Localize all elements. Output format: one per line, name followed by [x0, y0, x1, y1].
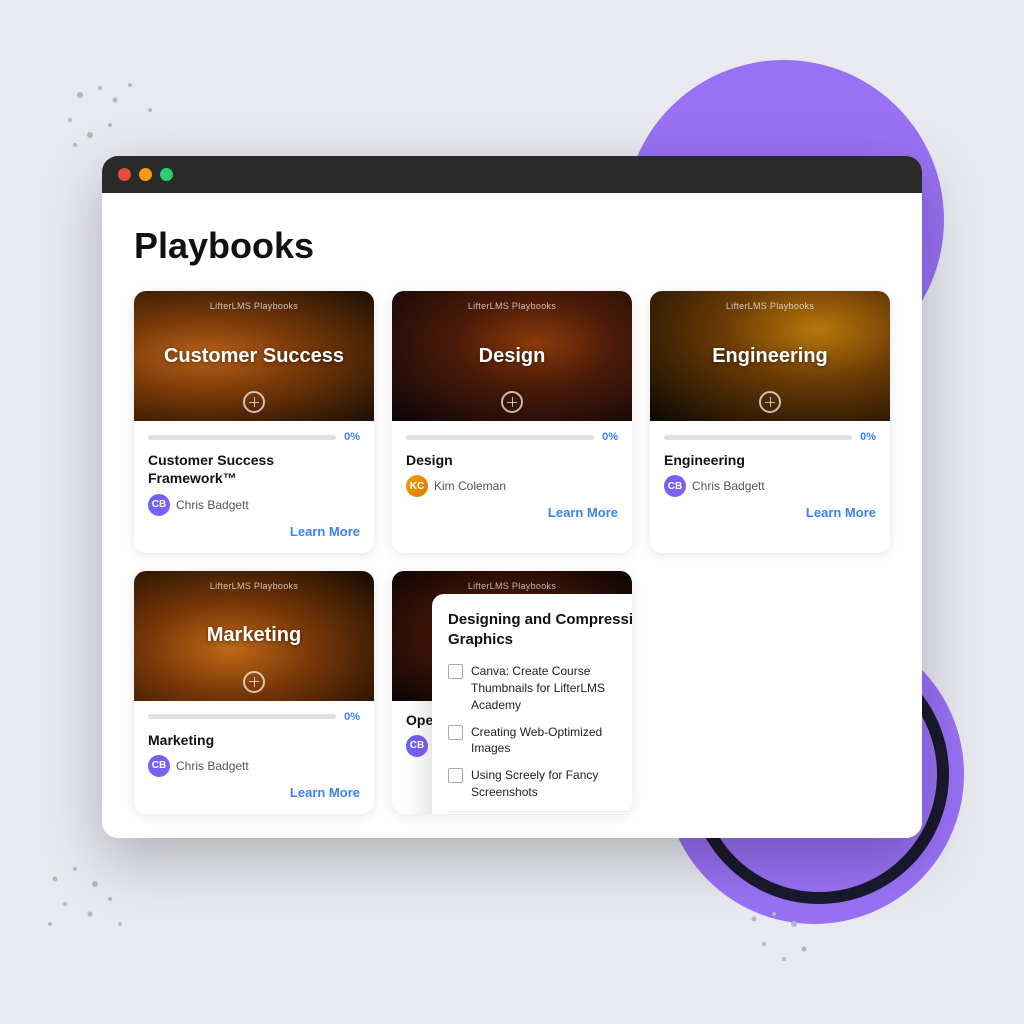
checkbox-1[interactable]	[448, 664, 463, 679]
learn-more-design[interactable]: Learn More	[406, 505, 618, 520]
learn-more-marketing[interactable]: Learn More	[148, 785, 360, 800]
course-name-marketing: Marketing	[148, 731, 360, 749]
card-marketing: LifterLMS Playbooks Marketing 0% Marketi…	[134, 571, 374, 814]
traffic-light-minimize[interactable]	[139, 168, 152, 181]
learn-more-engineering[interactable]: Learn More	[664, 505, 876, 520]
progress-pct-engineering: 0%	[860, 431, 876, 443]
avatar-design: KC	[406, 475, 428, 497]
floating-card: Designing and Compressing Graphics Canva…	[432, 594, 632, 814]
traffic-light-close[interactable]	[118, 168, 131, 181]
author-name-marketing: Chris Badgett	[176, 759, 249, 773]
avatar-marketing: CB	[148, 755, 170, 777]
dots-bottom-right	[744, 909, 824, 974]
card-title-marketing: Marketing	[195, 624, 313, 647]
avatar-operations: CB	[406, 735, 428, 757]
card-badge-operations: LifterLMS Playbooks	[468, 581, 556, 591]
cards-grid: LifterLMS Playbooks Customer Success 0% …	[134, 291, 890, 814]
card-customer-success: LifterLMS Playbooks Customer Success 0% …	[134, 291, 374, 552]
card-badge-engineering: LifterLMS Playbooks	[726, 301, 814, 311]
card-thumb-customer-success: LifterLMS Playbooks Customer Success	[134, 291, 374, 421]
progress-bg-engineering	[664, 435, 852, 440]
avatar-cs: CB	[148, 494, 170, 516]
checklist-row-2: Creating Web-Optimized Images 2 of 3	[471, 724, 632, 758]
progress-pct-cs: 0%	[344, 431, 360, 443]
checklist-item-2: Creating Web-Optimized Images 2 of 3	[448, 724, 632, 758]
card-body-design: 0% Design KC Kim Coleman Learn More	[392, 421, 632, 534]
progress-wrap-design: 0%	[406, 431, 618, 443]
checklist-item-1: Canva: Create Course Thumbnails for Lift…	[448, 663, 632, 713]
author-cs: CB Chris Badgett	[148, 494, 360, 516]
card-body-engineering: 0% Engineering CB Chris Badgett Learn Mo…	[650, 421, 890, 534]
author-name-design: Kim Coleman	[434, 479, 506, 493]
card-operations: LifterLMS Playbooks Operations and Admin…	[392, 571, 632, 814]
author-name-engineering: Chris Badgett	[692, 479, 765, 493]
learn-more-cs[interactable]: Learn More	[148, 524, 360, 539]
checkbox-2[interactable]	[448, 725, 463, 740]
card-title-engineering: Engineering	[700, 345, 840, 368]
checklist-item-3: Using Screely for Fancy Screenshots 3 of…	[448, 767, 632, 801]
author-marketing: CB Chris Badgett	[148, 755, 360, 777]
traffic-light-maximize[interactable]	[160, 168, 173, 181]
globe-icon-engineering	[759, 391, 781, 413]
card-engineering: LifterLMS Playbooks Engineering 0% Engin…	[650, 291, 890, 552]
floating-card-title: Designing and Compressing Graphics	[448, 610, 632, 649]
checklist-text-2: Creating Web-Optimized Images	[471, 724, 632, 758]
checkbox-3[interactable]	[448, 768, 463, 783]
author-design: KC Kim Coleman	[406, 475, 618, 497]
scene: Playbooks LifterLMS Playbooks Customer S…	[0, 0, 1024, 1024]
checklist-row-3: Using Screely for Fancy Screenshots 3 of…	[471, 767, 632, 801]
progress-pct-design: 0%	[602, 431, 618, 443]
course-name-cs: Customer Success Framework™	[148, 451, 360, 487]
dots-top-left	[60, 80, 180, 165]
checklist-row-1: Canva: Create Course Thumbnails for Lift…	[471, 663, 632, 713]
card-title-design: Design	[467, 345, 558, 368]
avatar-engineering: CB	[664, 475, 686, 497]
checklist-text-1: Canva: Create Course Thumbnails for Lift…	[471, 663, 632, 713]
browser-content: Playbooks LifterLMS Playbooks Customer S…	[102, 193, 922, 838]
card-title-cs: Customer Success	[152, 345, 356, 368]
author-name-cs: Chris Badgett	[176, 498, 249, 512]
browser-titlebar	[102, 156, 922, 193]
page-title: Playbooks	[134, 225, 890, 267]
card-design: LifterLMS Playbooks Design 0% Design	[392, 291, 632, 552]
progress-pct-marketing: 0%	[344, 711, 360, 723]
dots-bottom-left	[40, 859, 140, 944]
checklist-text-3: Using Screely for Fancy Screenshots	[471, 767, 632, 801]
globe-icon-design	[501, 391, 523, 413]
card-thumb-marketing: LifterLMS Playbooks Marketing	[134, 571, 374, 701]
progress-wrap-cs: 0%	[148, 431, 360, 443]
progress-bg-design	[406, 435, 594, 440]
progress-wrap-marketing: 0%	[148, 711, 360, 723]
progress-wrap-engineering: 0%	[664, 431, 876, 443]
card-body-cs: 0% Customer Success Framework™ CB Chris …	[134, 421, 374, 552]
globe-icon-marketing	[243, 671, 265, 693]
progress-bg-cs	[148, 435, 336, 440]
course-name-engineering: Engineering	[664, 451, 876, 469]
card-thumb-design: LifterLMS Playbooks Design	[392, 291, 632, 421]
browser-window: Playbooks LifterLMS Playbooks Customer S…	[102, 156, 922, 838]
progress-bg-marketing	[148, 714, 336, 719]
author-engineering: CB Chris Badgett	[664, 475, 876, 497]
course-name-design: Design	[406, 451, 618, 469]
card-badge-marketing: LifterLMS Playbooks	[210, 581, 298, 591]
globe-icon-cs	[243, 391, 265, 413]
card-thumb-engineering: LifterLMS Playbooks Engineering	[650, 291, 890, 421]
card-badge-design: LifterLMS Playbooks	[468, 301, 556, 311]
card-body-marketing: 0% Marketing CB Chris Badgett Learn More	[134, 701, 374, 814]
divider	[448, 811, 632, 812]
card-badge-cs: LifterLMS Playbooks	[210, 301, 298, 311]
